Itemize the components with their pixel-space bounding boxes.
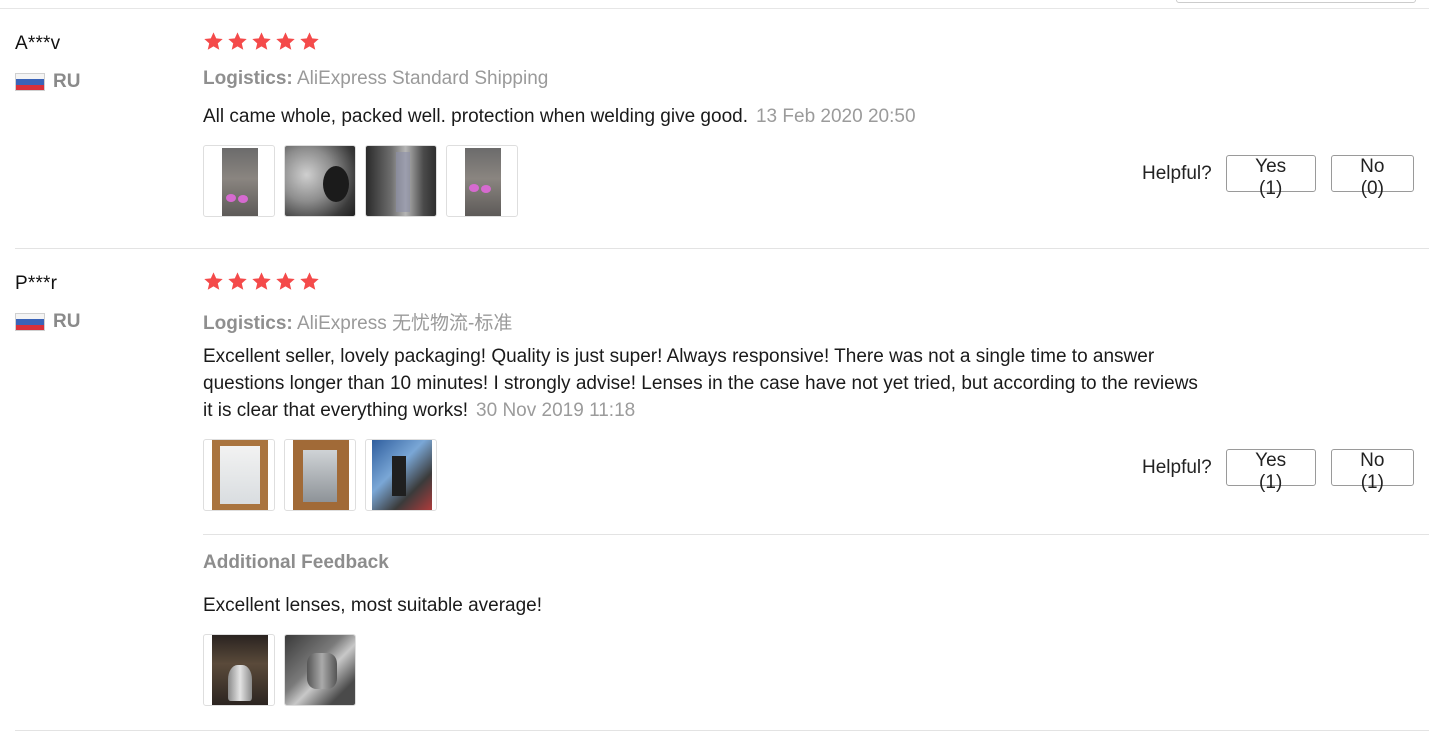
country-code: RU [53, 71, 81, 92]
star-icon [251, 271, 272, 292]
helpful-votes: Helpful? Yes (1) No (1) [1142, 449, 1429, 493]
logistics-label: Logistics: [203, 68, 293, 89]
review-text: All came whole, packed well. protection … [203, 103, 916, 130]
review-photo[interactable] [284, 634, 356, 706]
review-photo[interactable] [365, 439, 437, 511]
helpful-yes-button[interactable]: Yes (1) [1225, 155, 1316, 199]
helpful-yes-button[interactable]: Yes (1) [1225, 449, 1316, 493]
review-text: Excellent seller, lovely packaging! Qual… [203, 343, 1198, 424]
star-rating [203, 31, 320, 52]
helpful-label: Helpful? [1142, 456, 1212, 478]
logistics-value: AliExpress Standard Shipping [296, 68, 549, 89]
star-icon [299, 271, 320, 292]
star-icon [203, 271, 224, 292]
review-photo[interactable] [203, 439, 275, 511]
star-icon [227, 271, 248, 292]
review-photo[interactable] [284, 145, 356, 217]
russia-flag-icon [15, 313, 45, 331]
additional-feedback-photos [203, 634, 356, 706]
review-body-line: it is clear that everything works! [203, 400, 469, 421]
review-photo[interactable] [284, 439, 356, 511]
reviewer-country: RU [15, 71, 80, 93]
star-icon [275, 271, 296, 292]
helpful-label: Helpful? [1142, 162, 1212, 184]
star-icon [203, 31, 224, 52]
review-photo[interactable] [203, 634, 275, 706]
helpful-no-button[interactable]: No (1) [1330, 449, 1414, 493]
review-photo[interactable] [365, 145, 437, 217]
helpful-votes: Helpful? Yes (1) No (0) [1142, 155, 1429, 199]
additional-feedback-text: Excellent lenses, most suitable average! [203, 595, 543, 616]
additional-feedback-divider [203, 534, 1429, 535]
logistics-info: Logistics: AliExpress 无忧物流-标准 [203, 308, 512, 335]
star-rating [203, 271, 320, 292]
logistics-info: Logistics: AliExpress Standard Shipping [203, 68, 548, 90]
review-photos [203, 439, 437, 511]
reviewer-country: RU [15, 311, 80, 333]
review-date: 30 Nov 2019 11:18 [476, 400, 636, 421]
review-photo[interactable] [203, 145, 275, 217]
review-body: All came whole, packed well. protection … [203, 106, 748, 127]
star-icon [299, 31, 320, 52]
reviewer-name: P***r [15, 273, 58, 294]
russia-flag-icon [15, 73, 45, 91]
review-item: P***r RU Logistics: AliExpress 无忧物流-标准 E… [0, 249, 1429, 733]
additional-feedback-heading: Additional Feedback [203, 552, 389, 573]
top-sort-box[interactable] [1176, 0, 1416, 3]
star-icon [251, 31, 272, 52]
helpful-no-button[interactable]: No (0) [1330, 155, 1414, 199]
review-date: 13 Feb 2020 20:50 [755, 106, 916, 127]
review-body-line: Excellent seller, lovely packaging! Qual… [203, 346, 1155, 367]
country-code: RU [53, 311, 81, 332]
review-photo[interactable] [446, 145, 518, 217]
review-item: A***v RU Logistics: AliExpress Standard … [0, 9, 1429, 249]
star-icon [275, 31, 296, 52]
star-icon [227, 31, 248, 52]
review-photos [203, 145, 518, 217]
review-body-line: questions longer than 10 minutes! I stro… [203, 373, 1198, 394]
reviewer-name: A***v [15, 33, 61, 54]
review-divider [15, 730, 1429, 731]
logistics-value: AliExpress 无忧物流-标准 [296, 313, 513, 334]
logistics-label: Logistics: [203, 313, 293, 334]
